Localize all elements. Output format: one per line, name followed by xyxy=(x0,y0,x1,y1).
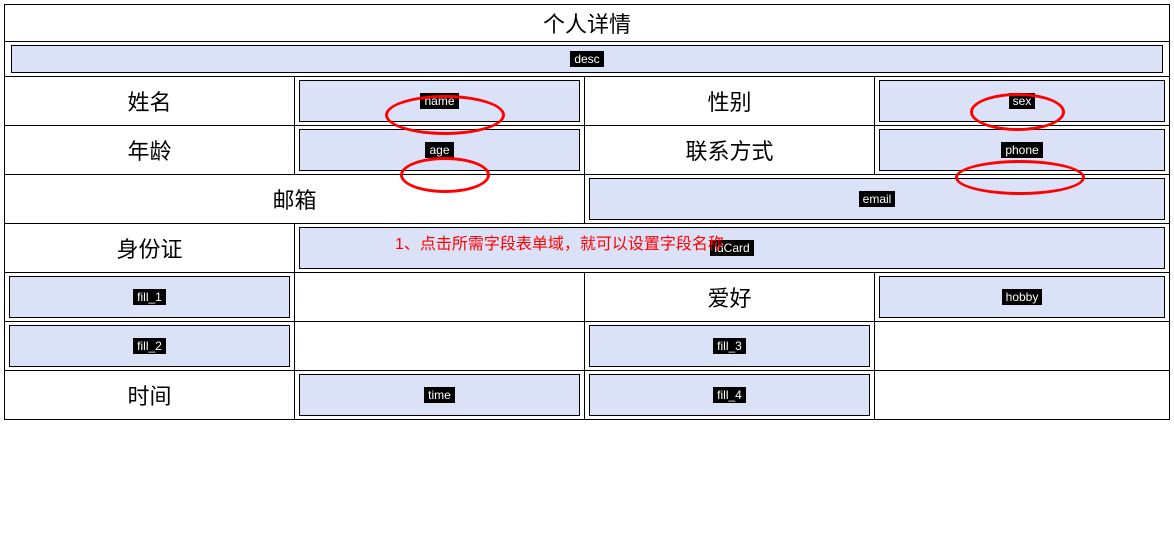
row-email: 邮箱 email xyxy=(5,175,1169,224)
field-time[interactable]: time xyxy=(299,374,580,416)
field-tag-phone: phone xyxy=(1001,142,1042,158)
field-email[interactable]: email xyxy=(589,178,1165,220)
field-desc[interactable]: desc xyxy=(11,45,1163,73)
row-idcard: 身份证 idCard xyxy=(5,224,1169,273)
field-tag-idcard: idCard xyxy=(710,240,753,256)
label-name: 姓名 xyxy=(5,77,295,125)
field-tag-time: time xyxy=(424,387,455,403)
field-tag-age: age xyxy=(425,142,453,158)
field-tag-fill3: fill_3 xyxy=(713,338,746,354)
row-fill23: fill_2 fill_3 xyxy=(5,322,1169,371)
field-tag-sex: sex xyxy=(1009,93,1036,109)
cell-fill2: fill_2 xyxy=(5,322,295,370)
cell-fill3: fill_3 xyxy=(585,322,875,370)
cell-email: email xyxy=(585,175,1169,223)
label-hobby: 爱好 xyxy=(585,273,875,321)
form-designer-container: 个人详情 desc 姓名 name 性别 sex 年龄 age 联系方式 xyxy=(4,4,1170,420)
field-fill1[interactable]: fill_1 xyxy=(9,276,290,318)
field-phone[interactable]: phone xyxy=(879,129,1165,171)
cell-hobby: hobby xyxy=(875,273,1169,321)
row-age-phone: 年龄 age 联系方式 phone xyxy=(5,126,1169,175)
field-name[interactable]: name xyxy=(299,80,580,122)
field-tag-fill1: fill_1 xyxy=(133,289,166,305)
field-tag-fill4: fill_4 xyxy=(713,387,746,403)
label-phone: 联系方式 xyxy=(585,126,875,174)
label-age: 年龄 xyxy=(5,126,295,174)
cell-name: name xyxy=(295,77,585,125)
label-sex: 性别 xyxy=(585,77,875,125)
label-email: 邮箱 xyxy=(5,175,585,223)
label-idcard: 身份证 xyxy=(5,224,295,272)
cell-idcard: idCard xyxy=(295,224,1169,272)
page-title: 个人详情 xyxy=(5,5,1169,42)
cell-sex: sex xyxy=(875,77,1169,125)
field-fill2[interactable]: fill_2 xyxy=(9,325,290,367)
cell-blank-2 xyxy=(295,322,585,370)
field-age[interactable]: age xyxy=(299,129,580,171)
field-sex[interactable]: sex xyxy=(879,80,1165,122)
field-tag-name: name xyxy=(420,93,458,109)
field-idcard[interactable]: idCard xyxy=(299,227,1165,269)
field-fill4[interactable]: fill_4 xyxy=(589,374,870,416)
desc-row: desc xyxy=(5,42,1169,77)
cell-fill1: fill_1 xyxy=(5,273,295,321)
field-hobby[interactable]: hobby xyxy=(879,276,1165,318)
field-tag-hobby: hobby xyxy=(1002,289,1043,305)
field-tag-desc: desc xyxy=(570,51,603,67)
cell-phone: phone xyxy=(875,126,1169,174)
field-fill3[interactable]: fill_3 xyxy=(589,325,870,367)
field-tag-email: email xyxy=(859,191,896,207)
row-time: 时间 time fill_4 xyxy=(5,371,1169,419)
cell-blank-1 xyxy=(295,273,585,321)
label-time: 时间 xyxy=(5,371,295,419)
cell-time: time xyxy=(295,371,585,419)
cell-age: age xyxy=(295,126,585,174)
cell-fill4: fill_4 xyxy=(585,371,875,419)
row-name-sex: 姓名 name 性别 sex xyxy=(5,77,1169,126)
cell-blank-3 xyxy=(875,322,1169,370)
field-tag-fill2: fill_2 xyxy=(133,338,166,354)
cell-blank-4 xyxy=(875,371,1169,419)
row-hobby: fill_1 爱好 hobby xyxy=(5,273,1169,322)
